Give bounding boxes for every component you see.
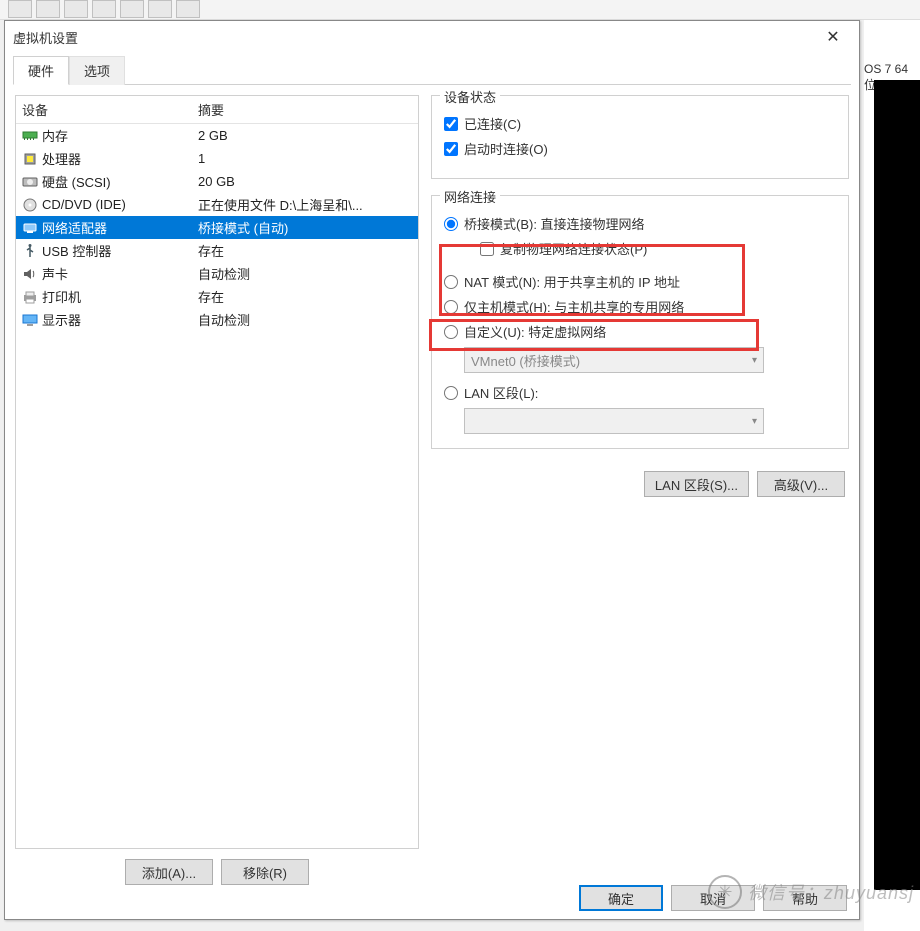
tool-icon xyxy=(8,0,32,18)
lan-label: LAN 区段(L): xyxy=(464,383,538,402)
device-list: 设备 摘要 内存 2 GB 处理器 1 硬盘 (SCSI) 20 GB CD/D… xyxy=(15,95,419,849)
cancel-button[interactable]: 取消 xyxy=(671,885,755,911)
remove-device-button[interactable]: 移除(R) xyxy=(221,859,309,885)
device-row-network[interactable]: 网络适配器 桥接模式 (自动) xyxy=(16,216,418,239)
replicate-checkbox[interactable] xyxy=(480,242,494,256)
sound-icon xyxy=(22,267,38,281)
nat-radio[interactable] xyxy=(444,275,458,289)
tabstrip: 硬件 选项 xyxy=(13,53,851,85)
device-summary: 正在使用文件 D:\上海呈和\... xyxy=(198,195,412,214)
tool-icon xyxy=(120,0,144,18)
device-summary: 20 GB xyxy=(198,174,412,189)
help-button[interactable]: 帮助 xyxy=(763,885,847,911)
bridged-radio-row[interactable]: 桥接模式(B): 直接连接物理网络 xyxy=(444,214,836,233)
hostonly-radio-row[interactable]: 仅主机模式(H): 与主机共享的专用网络 xyxy=(444,297,836,316)
ok-button[interactable]: 确定 xyxy=(579,885,663,911)
usb-icon xyxy=(22,244,38,258)
custom-label: 自定义(U): 特定虚拟网络 xyxy=(464,322,606,341)
device-row-cpu[interactable]: 处理器 1 xyxy=(16,147,418,170)
device-state-group: 设备状态 已连接(C) 启动时连接(O) xyxy=(431,95,849,179)
connect-on-power-checkbox-row[interactable]: 启动时连接(O) xyxy=(444,139,836,158)
hostonly-radio[interactable] xyxy=(444,300,458,314)
background-right-strip: OS 7 64 位 xyxy=(864,20,920,931)
device-summary: 存在 xyxy=(198,241,412,260)
vm-settings-dialog: 虚拟机设置 ✕ 硬件 选项 设备 摘要 内存 2 GB 处理器 1 xyxy=(4,20,860,920)
hostonly-label: 仅主机模式(H): 与主机共享的专用网络 xyxy=(464,297,684,316)
device-row-printer[interactable]: 打印机 存在 xyxy=(16,285,418,308)
connected-label: 已连接(C) xyxy=(464,114,521,133)
tool-icon xyxy=(36,0,60,18)
replicate-checkbox-row[interactable]: 复制物理网络连接状态(P) xyxy=(480,239,836,258)
dialog-title: 虚拟机设置 xyxy=(13,28,815,47)
device-summary: 1 xyxy=(198,151,412,166)
connected-checkbox-row[interactable]: 已连接(C) xyxy=(444,114,836,133)
device-row-disk[interactable]: 硬盘 (SCSI) 20 GB xyxy=(16,170,418,193)
bridged-radio[interactable] xyxy=(444,217,458,231)
col-device[interactable]: 设备 xyxy=(22,100,198,119)
memory-icon xyxy=(22,129,38,143)
replicate-label: 复制物理网络连接状态(P) xyxy=(500,239,647,258)
device-name: 打印机 xyxy=(42,287,81,306)
connect-on-power-checkbox[interactable] xyxy=(444,142,458,156)
nat-label: NAT 模式(N): 用于共享主机的 IP 地址 xyxy=(464,272,680,291)
custom-radio[interactable] xyxy=(444,325,458,339)
tool-icon xyxy=(64,0,88,18)
device-summary: 桥接模式 (自动) xyxy=(198,218,412,237)
lan-segments-button[interactable]: LAN 区段(S)... xyxy=(644,471,749,497)
custom-network-value: VMnet0 (桥接模式) xyxy=(471,351,580,370)
tool-icon xyxy=(176,0,200,18)
lan-radio[interactable] xyxy=(444,386,458,400)
connected-checkbox[interactable] xyxy=(444,117,458,131)
device-row-sound[interactable]: 声卡 自动检测 xyxy=(16,262,418,285)
tab-hardware[interactable]: 硬件 xyxy=(13,56,69,85)
connect-on-power-label: 启动时连接(O) xyxy=(464,139,548,158)
custom-radio-row[interactable]: 自定义(U): 特定虚拟网络 xyxy=(444,322,836,341)
network-icon xyxy=(22,221,38,235)
tool-icon xyxy=(92,0,116,18)
device-row-cd[interactable]: CD/DVD (IDE) 正在使用文件 D:\上海呈和\... xyxy=(16,193,418,216)
close-button[interactable]: ✕ xyxy=(815,23,851,51)
device-name: 网络适配器 xyxy=(42,218,107,237)
cpu-icon xyxy=(22,152,38,166)
disk-icon xyxy=(22,175,38,189)
device-state-title: 设备状态 xyxy=(440,87,500,106)
chevron-down-icon: ▾ xyxy=(752,416,757,427)
vm-console-viewport xyxy=(874,80,920,890)
background-toolbar xyxy=(0,0,920,20)
cd-icon xyxy=(22,198,38,212)
add-device-button[interactable]: 添加(A)... xyxy=(125,859,213,885)
printer-icon xyxy=(22,290,38,304)
device-name: USB 控制器 xyxy=(42,241,111,260)
col-summary[interactable]: 摘要 xyxy=(198,100,412,119)
titlebar: 虚拟机设置 ✕ xyxy=(5,21,859,53)
network-connection-group: 网络连接 桥接模式(B): 直接连接物理网络 复制物理网络连接状态(P) NAT… xyxy=(431,195,849,449)
device-row-memory[interactable]: 内存 2 GB xyxy=(16,124,418,147)
device-name: 显示器 xyxy=(42,310,81,329)
tab-options[interactable]: 选项 xyxy=(69,56,125,85)
device-list-header: 设备 摘要 xyxy=(16,96,418,124)
device-summary: 2 GB xyxy=(198,128,412,143)
device-summary: 存在 xyxy=(198,287,412,306)
device-name: 处理器 xyxy=(42,149,81,168)
custom-network-combo: VMnet0 (桥接模式) ▾ xyxy=(464,347,764,373)
device-name: 声卡 xyxy=(42,264,68,283)
lan-radio-row[interactable]: LAN 区段(L): xyxy=(444,383,836,402)
device-summary: 自动检测 xyxy=(198,310,412,329)
chevron-down-icon: ▾ xyxy=(752,355,757,366)
tool-icon xyxy=(148,0,172,18)
device-name: 硬盘 (SCSI) xyxy=(42,172,111,191)
lan-segment-combo: ▾ xyxy=(464,408,764,434)
nat-radio-row[interactable]: NAT 模式(N): 用于共享主机的 IP 地址 xyxy=(444,272,836,291)
advanced-button[interactable]: 高级(V)... xyxy=(757,471,845,497)
bridged-label: 桥接模式(B): 直接连接物理网络 xyxy=(464,214,645,233)
display-icon xyxy=(22,313,38,327)
device-row-display[interactable]: 显示器 自动检测 xyxy=(16,308,418,331)
device-name: 内存 xyxy=(42,126,68,145)
network-connection-title: 网络连接 xyxy=(440,187,500,206)
device-summary: 自动检测 xyxy=(198,264,412,283)
device-name: CD/DVD (IDE) xyxy=(42,197,126,212)
device-row-usb[interactable]: USB 控制器 存在 xyxy=(16,239,418,262)
